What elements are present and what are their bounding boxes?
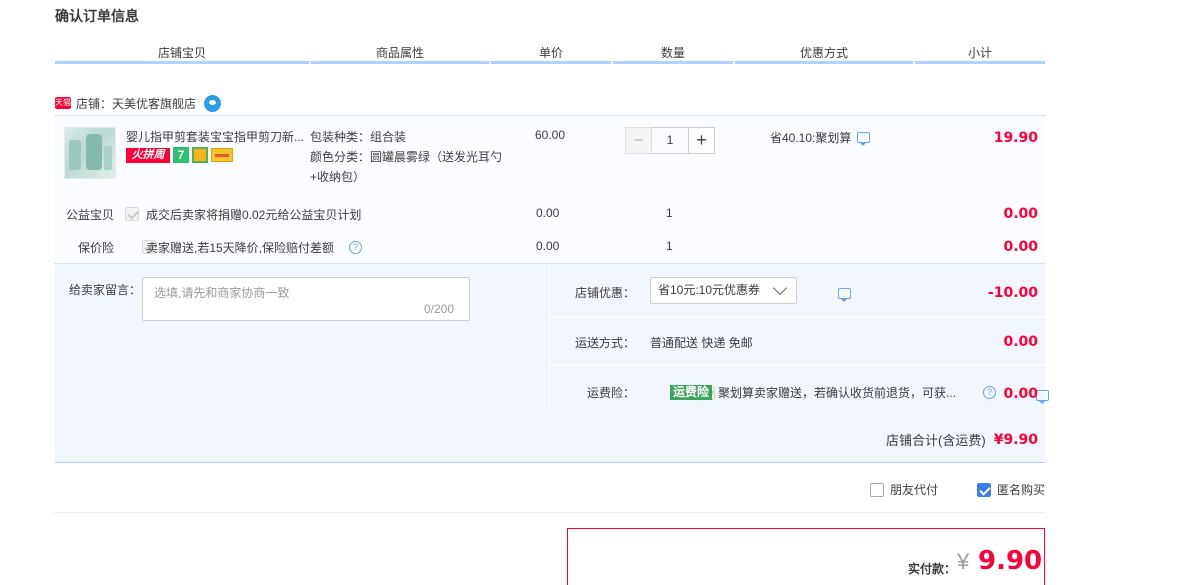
- header-separator: [611, 62, 613, 64]
- column-header-store-item: 店铺宝贝: [157, 46, 206, 60]
- column-header-attributes: 商品属性: [375, 46, 424, 60]
- seller-message-placeholder: 选填,请先和商家协商一致: [154, 286, 290, 300]
- column-header-unit-price: 单价: [538, 46, 563, 60]
- payment-amount: 9.90: [978, 546, 1043, 576]
- promotion-text: 省40.10:聚划算: [770, 131, 852, 145]
- credit-card-icon: [211, 148, 233, 162]
- column-header-quantity: 数量: [660, 46, 685, 60]
- anonymous-purchase-checkbox[interactable]: [977, 482, 991, 497]
- product-thumbnail-shape: [86, 134, 102, 170]
- store-label: 店铺：: [76, 96, 113, 111]
- price-protection-quantity: 1: [666, 239, 673, 253]
- options-divider: [55, 512, 1045, 513]
- message-label: 给卖家留言：: [69, 283, 142, 297]
- wangwang-chat-icon[interactable]: [204, 94, 222, 112]
- friend-pay-checkbox[interactable]: [870, 482, 884, 497]
- comment-icon[interactable]: [857, 132, 871, 146]
- help-icon[interactable]: ?: [349, 241, 362, 254]
- store-total: 店铺合计(含运费) ¥9.90: [886, 430, 1038, 449]
- charity-label: 公益宝贝: [66, 208, 115, 222]
- freight-insurance-description: 运费险 聚划算卖家赠送，若确认收货前退货，可获...: [670, 384, 956, 401]
- product-attribute-package: 包装种类：组合装: [310, 130, 407, 144]
- page-title: 确认订单信息: [55, 8, 139, 24]
- friend-pay-option[interactable]: 朋友代付: [870, 481, 938, 498]
- product-thumbnail-shape: [104, 146, 112, 170]
- shipping-method-value: 普通配送 快递 免邮: [650, 336, 753, 350]
- comment-icon[interactable]: [837, 288, 851, 302]
- item-subtotal: 19.90: [993, 130, 1038, 146]
- increase-quantity-button[interactable]: +: [688, 127, 715, 154]
- guarantee-icon: [192, 147, 208, 163]
- store-name[interactable]: 天美优客旗舰店: [112, 95, 196, 112]
- store-total-label: 店铺合计(含运费): [886, 433, 986, 448]
- payment-currency: ¥: [957, 549, 970, 574]
- price-protection-label: 保价险: [78, 241, 115, 255]
- header-divider: [55, 61, 1045, 64]
- header-separator: [913, 62, 915, 64]
- product-attribute-color: 颜色分类：圆罐晨雾绿（送发光耳勺+收纳包）: [310, 150, 503, 184]
- price-protection-text: 卖家赠送,若15天降价,保险赔付差额: [146, 241, 335, 255]
- charity-subtotal: 0.00: [1003, 206, 1038, 222]
- comment-icon[interactable]: [1036, 390, 1050, 404]
- store-discount-label: 店铺优惠：: [575, 286, 636, 300]
- freight-insurance-amount: 0.00: [1003, 386, 1038, 402]
- store-discount-amount: -10.00: [987, 285, 1038, 301]
- price-protection-price: 0.00: [536, 239, 560, 253]
- decrease-quantity-button[interactable]: −: [625, 127, 652, 154]
- friend-pay-label: 朋友代付: [890, 483, 939, 497]
- charity-checkbox: [125, 207, 139, 221]
- column-header-subtotal: 小计: [967, 46, 992, 60]
- payment-label: 实付款：: [908, 562, 957, 576]
- header-separator: [309, 62, 311, 64]
- payment-summary-box: [567, 528, 1045, 585]
- product-name-link[interactable]: 婴儿指甲剪套装宝宝指甲剪刀新...: [126, 128, 306, 144]
- seven-day-return-icon: 7: [173, 147, 189, 163]
- charity-price: 0.00: [536, 206, 560, 220]
- help-icon[interactable]: ?: [983, 386, 996, 399]
- store-total-value: ¥9.90: [993, 431, 1038, 448]
- charity-quantity: 1: [666, 206, 673, 220]
- header-separator: [733, 62, 735, 64]
- anonymous-purchase-label: 匿名购买: [997, 483, 1046, 497]
- freight-insurance-badge: 运费险: [670, 385, 713, 400]
- product-tags: 火拼周 7: [126, 146, 233, 164]
- panel-divider: [550, 364, 1045, 366]
- shipping-method-label: 运送方式：: [575, 336, 636, 350]
- freight-insurance-text: 聚划算卖家赠送，若确认收货前退货，可获...: [718, 386, 957, 400]
- freight-insurance-label: 运费险：: [587, 386, 636, 400]
- product-thumbnail-shape: [69, 140, 81, 170]
- panel-divider: [550, 316, 1045, 318]
- promotion: 省40.10:聚划算: [770, 129, 871, 146]
- charity-text: 成交后卖家将捐赠0.02元给公益宝贝计划: [146, 208, 362, 222]
- anonymous-purchase-option[interactable]: 匿名购买: [977, 481, 1045, 498]
- tmall-icon: 天猫: [55, 97, 71, 109]
- shipping-amount: 0.00: [1003, 334, 1038, 350]
- message-char-counter: 0/200: [424, 302, 455, 316]
- quantity-stepper: − 1 +: [625, 127, 715, 154]
- store-line: 天猫 店铺： 天美优客旗舰店: [55, 94, 222, 112]
- column-header-discount: 优惠方式: [799, 46, 848, 60]
- header-separator: [489, 62, 491, 64]
- quantity-input[interactable]: 1: [652, 127, 688, 154]
- hot-sale-badge: 火拼周: [126, 147, 170, 163]
- price-protection-subtotal: 0.00: [1003, 239, 1038, 255]
- unit-price: 60.00: [535, 128, 566, 142]
